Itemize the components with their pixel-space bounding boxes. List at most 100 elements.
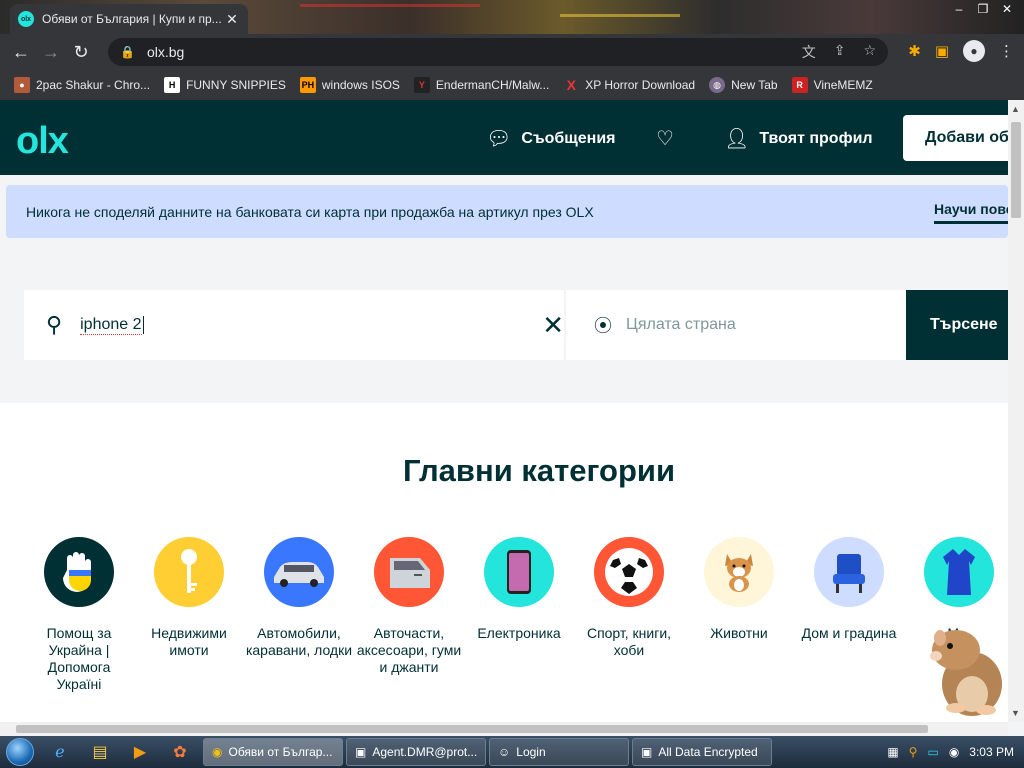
learn-more-link[interactable]: Научи повече: [934, 201, 1008, 224]
category-item[interactable]: Авточасти, аксесоари, гуми и джанти: [354, 537, 464, 676]
record-icon[interactable]: ◉: [949, 745, 959, 759]
bookmark-item[interactable]: PH windows ISOS: [299, 77, 400, 93]
category-item[interactable]: Недвижими имоти: [134, 537, 244, 659]
horizontal-scrollbar[interactable]: [0, 722, 1008, 736]
text-caret: [142, 316, 144, 334]
scroll-up-icon[interactable]: ▲: [1011, 104, 1020, 114]
close-window-icon[interactable]: ✕: [998, 2, 1016, 16]
category-item[interactable]: Помощ за Украйна | Допомога Україні: [24, 537, 134, 693]
bookmark-item[interactable]: ◍ New Tab: [709, 77, 778, 93]
bookmark-item[interactable]: ● 2pac Shakur - Chro...: [14, 77, 150, 93]
lock-icon[interactable]: 🔒: [120, 45, 135, 59]
bookmark-item[interactable]: R VineMEMZ: [791, 77, 873, 93]
taskbar-label: All Data Encrypted: [658, 745, 758, 759]
category-label: Авточасти, аксесоари, гуми и джанти: [356, 625, 462, 675]
h-icon: H: [164, 77, 181, 93]
bookmark-item[interactable]: X XP Horror Download: [563, 77, 696, 93]
scrollbar-thumb[interactable]: [1011, 122, 1021, 218]
clear-icon[interactable]: ✕: [542, 312, 564, 338]
maximize-icon[interactable]: ❐: [974, 2, 992, 16]
taskbar-button[interactable]: ☺ Login: [489, 738, 629, 766]
taskbar-label: Login: [516, 745, 546, 759]
tab-close-icon[interactable]: ✕: [224, 11, 240, 28]
site-header: olx 💬︎ Съобщения ♡ 👤︎ Твоят профил Добав…: [0, 100, 1008, 175]
browser-tab[interactable]: olx Обяви от България | Купи и пр... ✕: [10, 4, 248, 34]
profile-link[interactable]: 👤︎ Твоят профил: [724, 126, 873, 151]
bookmark-label: FUNNY SNIPPIES: [186, 78, 286, 92]
back-icon[interactable]: ←: [6, 37, 36, 67]
chat-bubble-icon: 💬︎: [486, 128, 512, 150]
location-placeholder: Цялата страна: [626, 316, 736, 333]
media-player-icon[interactable]: ▶: [120, 736, 160, 768]
window-icon: ▣: [641, 745, 653, 759]
share-icon[interactable]: ⇪: [834, 42, 846, 62]
wallpaper-streak: [300, 4, 480, 7]
search-query-text: iphone 2: [80, 315, 142, 335]
category-item[interactable]: Автомобили, каравани, лодки: [244, 537, 354, 659]
olx-logo[interactable]: olx: [16, 120, 69, 163]
category-item[interactable]: Електроника: [464, 537, 574, 642]
chair-icon: [814, 537, 884, 607]
reload-icon[interactable]: ↻: [66, 37, 96, 67]
system-tray: ▦ ⚲ ▭ ◉ 3:03 PM: [887, 736, 1024, 768]
taskbar-button[interactable]: ▣ Agent.DMR@prot...: [346, 738, 486, 766]
profile-avatar-icon[interactable]: ●: [963, 40, 985, 62]
messages-label: Съобщения: [521, 129, 616, 147]
app-tray-icon[interactable]: ▦: [887, 745, 898, 759]
bookmark-label: XP Horror Download: [585, 78, 696, 92]
bookmark-item[interactable]: Y EndermanCH/Malw...: [413, 77, 549, 93]
olx-favicon-icon: olx: [18, 11, 34, 27]
taskbar-label: Agent.DMR@prot...: [372, 745, 478, 759]
category-item[interactable]: Спорт, книги, хоби: [574, 537, 684, 659]
add-listing-button[interactable]: Добави обя: [903, 115, 1008, 161]
heart-icon: ♡: [656, 128, 674, 150]
bookmarks-bar: ● 2pac Shakur - Chro... H FUNNY SNIPPIES…: [0, 70, 1024, 100]
ie-icon[interactable]: ℯ: [40, 736, 80, 768]
forward-icon[interactable]: →: [36, 37, 66, 67]
taskbar-button[interactable]: ▣ All Data Encrypted: [632, 738, 772, 766]
location-pin-icon: ⦿: [594, 316, 612, 336]
messages-link[interactable]: 💬︎ Съобщения: [486, 126, 616, 151]
vertical-scrollbar[interactable]: ▲ ▼: [1008, 100, 1024, 722]
taskbar-button[interactable]: ◉ Обяви от Българ...: [203, 738, 343, 766]
search-tray-icon[interactable]: ⚲: [909, 745, 918, 759]
clock[interactable]: 3:03 PM: [969, 745, 1014, 759]
car-door-icon: [374, 537, 444, 607]
tab-title: Обяви от България | Купи и пр...: [42, 12, 222, 26]
windows-taskbar: ℯ ▤ ▶ ✿ ◉ Обяви от Българ... ▣ Agent.DMR…: [0, 736, 1024, 768]
address-bar[interactable]: 🔒 olx.bg 文 ⇪ ☆: [108, 38, 888, 66]
sidebar-icon[interactable]: ▣: [935, 42, 949, 60]
search-input[interactable]: ⚲ iphone 2 ✕: [24, 290, 564, 360]
category-item[interactable]: Дом и градина: [794, 537, 904, 642]
search-button-label: Търсене: [930, 316, 998, 333]
network-icon[interactable]: ▭: [927, 745, 938, 759]
bookmark-label: 2pac Shakur - Chro...: [36, 78, 151, 92]
hamster-overlay: [922, 616, 1008, 718]
user-icon: ☺: [498, 745, 511, 759]
folder-icon[interactable]: ▤: [80, 736, 120, 768]
search-button[interactable]: Търсене: [906, 290, 1008, 360]
minimize-icon[interactable]: –: [950, 2, 968, 16]
uc-browser-icon[interactable]: ✿: [160, 736, 200, 768]
bookmark-item[interactable]: H FUNNY SNIPPIES: [164, 77, 286, 93]
menu-kebab-icon[interactable]: ⋮: [999, 42, 1014, 60]
tupac-icon: ●: [14, 77, 30, 93]
chrome-icon: ◉: [212, 745, 223, 759]
search-bar: ⚲ iphone 2 ✕ ⦿ Цялата страна Търсене: [24, 290, 1008, 360]
scroll-down-icon[interactable]: ▼: [1011, 708, 1020, 718]
location-input[interactable]: ⦿ Цялата страна: [566, 290, 906, 360]
start-button[interactable]: [0, 736, 40, 768]
phone-icon: [484, 537, 554, 607]
football-icon: [594, 537, 664, 607]
favorites-link[interactable]: ♡: [656, 126, 674, 151]
category-item[interactable]: Животни: [684, 537, 794, 642]
extensions-icon[interactable]: ✱: [908, 42, 921, 60]
scrollbar-thumb[interactable]: [16, 725, 928, 733]
bookmark-star-icon[interactable]: ☆: [863, 42, 876, 62]
browser-toolbar: ← → ↻ 🔒 olx.bg 文 ⇪ ☆ ✱ ▣ ● ⋮: [0, 34, 1024, 70]
url-text: olx.bg: [146, 44, 185, 60]
category-label: Животни: [710, 625, 768, 641]
key-icon: [154, 537, 224, 607]
translate-icon[interactable]: 文: [802, 42, 816, 62]
category-label: Недвижими имоти: [151, 625, 227, 658]
